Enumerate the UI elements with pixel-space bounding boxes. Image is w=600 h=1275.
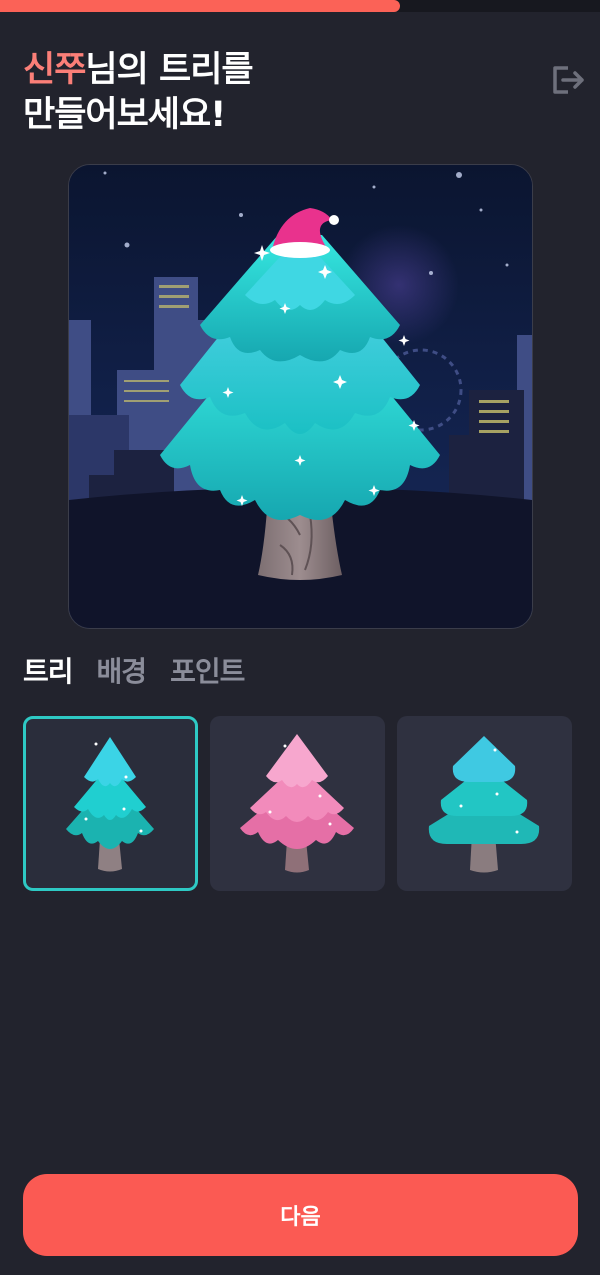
category-tabs: 트리 배경 포인트 — [23, 650, 245, 690]
logout-icon — [553, 66, 584, 94]
title-line1-suffix: 님의 트리를 — [85, 50, 253, 90]
pink-tree-thumb — [240, 734, 354, 873]
page-title: 신쭈님의 트리를 만들어보세요! — [23, 48, 254, 138]
teal-wide-tree-thumb — [428, 736, 540, 873]
user-name: 신쭈 — [23, 50, 86, 90]
tree-preview — [68, 164, 533, 629]
tab-tree[interactable]: 트리 — [23, 650, 74, 690]
title-line2: 만들어보세요! — [23, 95, 226, 135]
progress-fill — [0, 0, 401, 12]
option-teal-sparkle-tree[interactable] — [23, 716, 198, 891]
next-button[interactable]: 다음 — [23, 1174, 578, 1256]
tab-point[interactable]: 포인트 — [170, 650, 245, 690]
teal-sparkle-tree-thumb — [66, 737, 154, 872]
option-teal-wide-tree[interactable] — [397, 716, 572, 891]
exit-button[interactable] — [548, 62, 588, 98]
progress-track — [0, 0, 600, 12]
option-pink-tree[interactable] — [210, 716, 385, 891]
tab-background[interactable]: 배경 — [97, 650, 148, 690]
